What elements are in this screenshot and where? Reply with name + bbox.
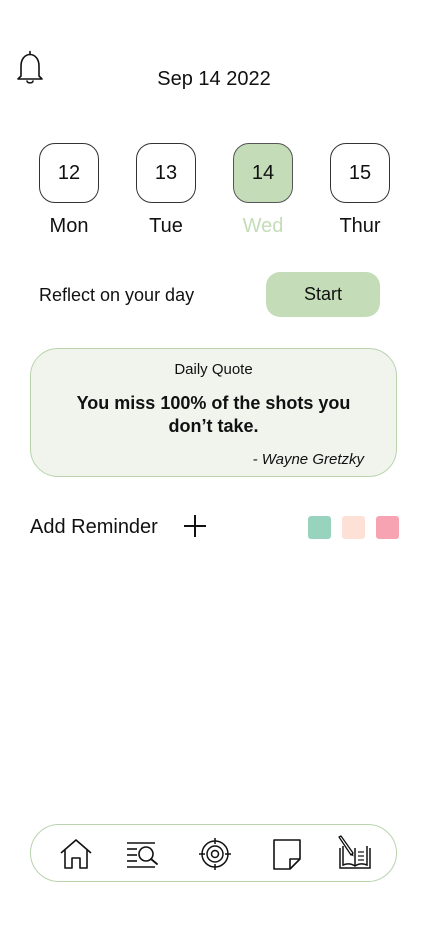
target-icon[interactable] bbox=[196, 835, 234, 873]
day-number: 14 bbox=[233, 143, 293, 203]
color-swatch-pink[interactable] bbox=[376, 516, 399, 539]
add-reminder-label: Add Reminder bbox=[30, 516, 158, 538]
day-number: 15 bbox=[330, 143, 390, 203]
page-title: Sep 14 2022 bbox=[157, 68, 271, 90]
day-number: 12 bbox=[39, 143, 99, 203]
reflect-prompt: Reflect on your day bbox=[39, 285, 195, 305]
quote-text: You miss 100% of the shots you don’t tak… bbox=[76, 393, 351, 436]
home-icon[interactable] bbox=[57, 835, 95, 873]
day-label: Mon bbox=[49, 215, 89, 237]
day-wed[interactable]: 14 Wed bbox=[233, 143, 293, 238]
daily-quote-card: Daily Quote You miss 100% of the shots y… bbox=[30, 348, 397, 477]
note-icon[interactable] bbox=[268, 835, 306, 873]
day-number: 13 bbox=[136, 143, 196, 203]
day-mon[interactable]: 12 Mon bbox=[39, 143, 99, 238]
day-label: Tue bbox=[149, 215, 183, 237]
start-button[interactable]: Start bbox=[266, 272, 380, 317]
day-picker: 12 Mon 13 Tue 14 Wed 15 Thur bbox=[0, 143, 428, 243]
journal-icon[interactable] bbox=[336, 835, 374, 873]
day-thur[interactable]: 15 Thur bbox=[330, 143, 390, 238]
color-swatch-green[interactable] bbox=[308, 516, 331, 539]
color-swatch-peach[interactable] bbox=[342, 516, 365, 539]
day-tue[interactable]: 13 Tue bbox=[136, 143, 196, 238]
quote-author: - Wayne Gretzky bbox=[252, 451, 364, 468]
day-label: Thur bbox=[339, 215, 381, 237]
day-label: Wed bbox=[242, 215, 284, 237]
search-list-icon[interactable] bbox=[124, 835, 162, 873]
quote-heading: Daily Quote bbox=[174, 361, 253, 378]
bottom-nav bbox=[30, 824, 397, 882]
plus-icon[interactable] bbox=[181, 512, 209, 540]
